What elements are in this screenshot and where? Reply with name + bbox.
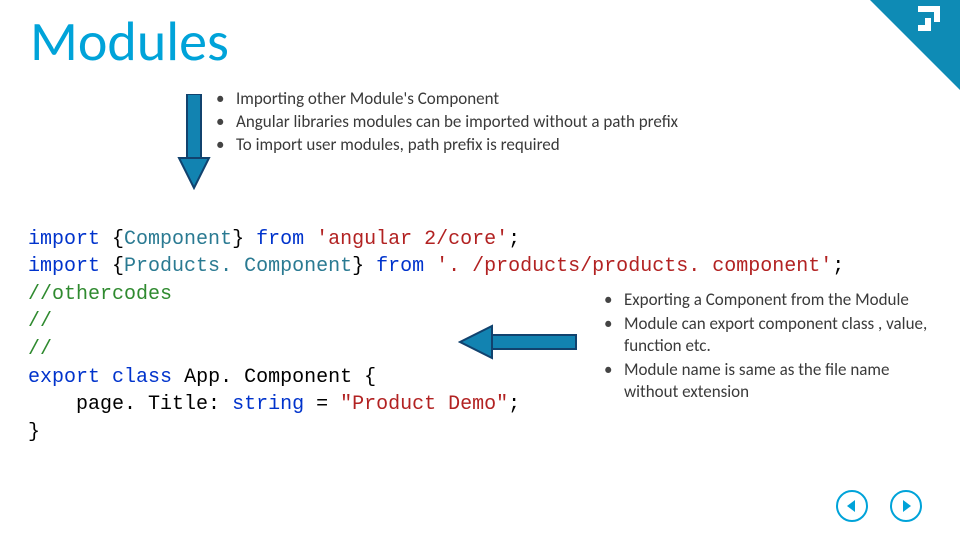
list-item: To import user modules, path prefix is r…	[210, 134, 678, 157]
brace: }	[352, 255, 364, 278]
kw-class: class	[112, 366, 172, 389]
right-bullet-list: Exporting a Component from the Module Mo…	[598, 289, 928, 405]
kw-export: export	[28, 366, 100, 389]
prev-button[interactable]	[836, 490, 868, 522]
comment: //othercodes	[28, 283, 172, 306]
list-item: Importing other Module's Component	[210, 88, 678, 111]
eq: =	[316, 393, 328, 416]
semi: ;	[508, 393, 520, 416]
brace: {	[364, 366, 376, 389]
comment: //	[28, 338, 52, 361]
list-item: Exporting a Component from the Module	[598, 289, 928, 311]
field-name: page. Title	[76, 393, 208, 416]
list-item: Module name is same as the file name wit…	[598, 359, 928, 403]
str-product-demo: "Product Demo"	[340, 393, 508, 416]
brace: }	[28, 421, 40, 444]
brace: {	[112, 228, 124, 251]
arrow-left-icon	[458, 324, 578, 360]
colon: :	[208, 393, 220, 416]
top-bullet-list: Importing other Module's Component Angul…	[210, 88, 678, 157]
brace: }	[232, 228, 244, 251]
semi: ;	[508, 228, 520, 251]
brace: {	[112, 255, 124, 278]
ident-app-component: App. Component	[184, 366, 352, 389]
ident-products-component: Products. Component	[124, 255, 352, 278]
corner-logo-icon	[870, 0, 960, 90]
ident-component: Component	[124, 228, 232, 251]
slide-nav	[836, 490, 922, 522]
comment: //	[28, 310, 52, 333]
kw-import: import	[28, 255, 100, 278]
list-item: Module can export component class , valu…	[598, 313, 928, 357]
page-title: Modules	[30, 8, 229, 76]
next-button[interactable]	[890, 490, 922, 522]
arrow-down-icon	[177, 94, 211, 190]
semi: ;	[832, 255, 844, 278]
list-item: Angular libraries modules can be importe…	[210, 111, 678, 134]
str-products-path: '. /products/products. component'	[436, 255, 832, 278]
type-string: string	[232, 393, 304, 416]
str-angular-core: 'angular 2/core'	[316, 228, 508, 251]
kw-from: from	[256, 228, 304, 251]
kw-from: from	[376, 255, 424, 278]
kw-import: import	[28, 228, 100, 251]
